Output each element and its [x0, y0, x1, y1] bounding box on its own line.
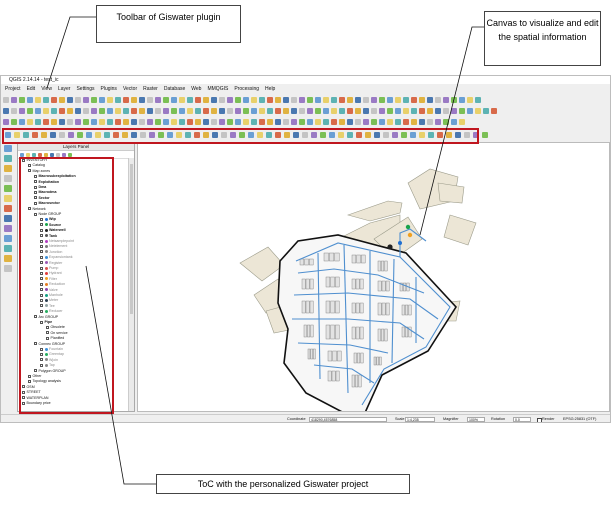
canvas-leader: [419, 26, 484, 236]
callout-canvas: Canvas to visualize and edit the spatial…: [484, 11, 601, 66]
callout-toolbar: Toolbar of Giswater plugin: [96, 5, 241, 43]
callout-toc: ToC with the personalized Giswater proje…: [156, 474, 410, 494]
toc-leader: [85, 265, 156, 485]
callout-lines: [46, 16, 484, 485]
toolbar-leader: [46, 16, 96, 89]
